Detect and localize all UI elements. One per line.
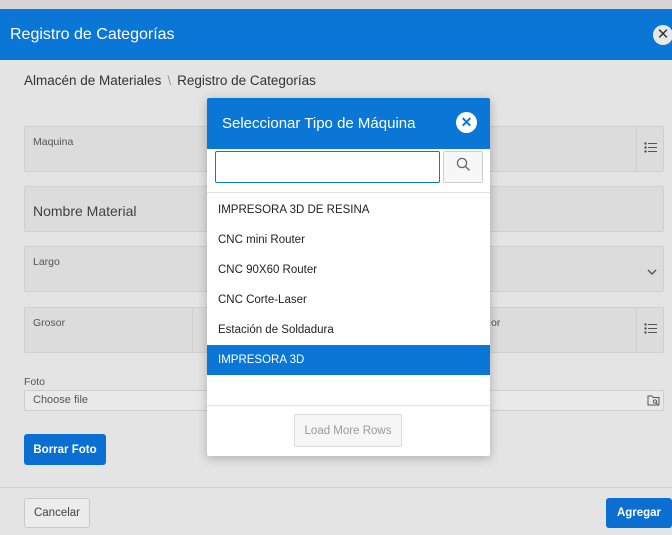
list-item[interactable]: CNC 90X60 Router [207,255,490,285]
file-placeholder: Choose file [33,394,89,406]
popup-header: Seleccionar Tipo de Máquina ✕ [207,98,490,149]
top-strip [0,0,672,9]
list-icon [644,323,657,337]
machine-list: IMPRESORA 3D DE RESINA CNC mini Router CNC… [207,195,490,375]
popup-title: Seleccionar Tipo de Máquina [222,115,416,132]
grosor-label: Grosor [33,317,66,329]
largo-label: Largo [33,256,60,268]
popup-search-divider [207,192,490,193]
list-item[interactable]: Estación de Soldadura [207,315,490,345]
foto-label: Foto [24,376,46,388]
popup-footer-divider [207,405,490,406]
breadcrumb-separator: \ [167,73,172,88]
secondary-field-label: or [491,317,501,329]
search-icon [456,157,471,177]
breadcrumb-item-almacen[interactable]: Almacén de Materiales [24,73,161,88]
list-item[interactable]: CNC Corte-Laser [207,285,490,315]
popup-close-icon[interactable]: ✕ [456,112,477,133]
breadcrumb-item-registro: Registro de Categorías [177,73,316,88]
select-machine-popup: Seleccionar Tipo de Máquina ✕ IMPRESORA … [207,98,490,456]
borrar-foto-button[interactable]: Borrar Foto [24,434,106,465]
list-item[interactable]: CNC mini Router [207,225,490,255]
dialog-close-icon[interactable]: ✕ [653,25,672,45]
nombre-material-label: Nombre Material [33,203,137,219]
list-item[interactable]: IMPRESORA 3D [207,345,490,375]
secondary-list-button[interactable] [636,308,664,352]
grosor-field[interactable]: Grosor [24,307,214,353]
footer-divider [0,487,672,488]
load-more-button[interactable]: Load More Rows [294,414,402,447]
breadcrumb: Almacén de Materiales \ Registro de Catego… [24,73,316,88]
dialog-header: Registro de Categorías ✕ [0,9,672,60]
popup-search-input[interactable] [215,151,440,183]
popup-search-button[interactable] [443,151,483,183]
file-browse-icon[interactable] [647,394,660,409]
cancel-button[interactable]: Cancelar [24,498,90,528]
dialog-title: Registro de Categorías [10,26,175,43]
add-button[interactable]: Agregar [606,498,672,528]
list-icon [644,142,657,156]
list-item[interactable]: IMPRESORA 3D DE RESINA [207,195,490,225]
maquina-label: Maquina [33,136,74,148]
secondary-field[interactable]: or [470,307,664,353]
chevron-down-icon [647,263,657,281]
maquina-list-button[interactable] [636,127,664,171]
